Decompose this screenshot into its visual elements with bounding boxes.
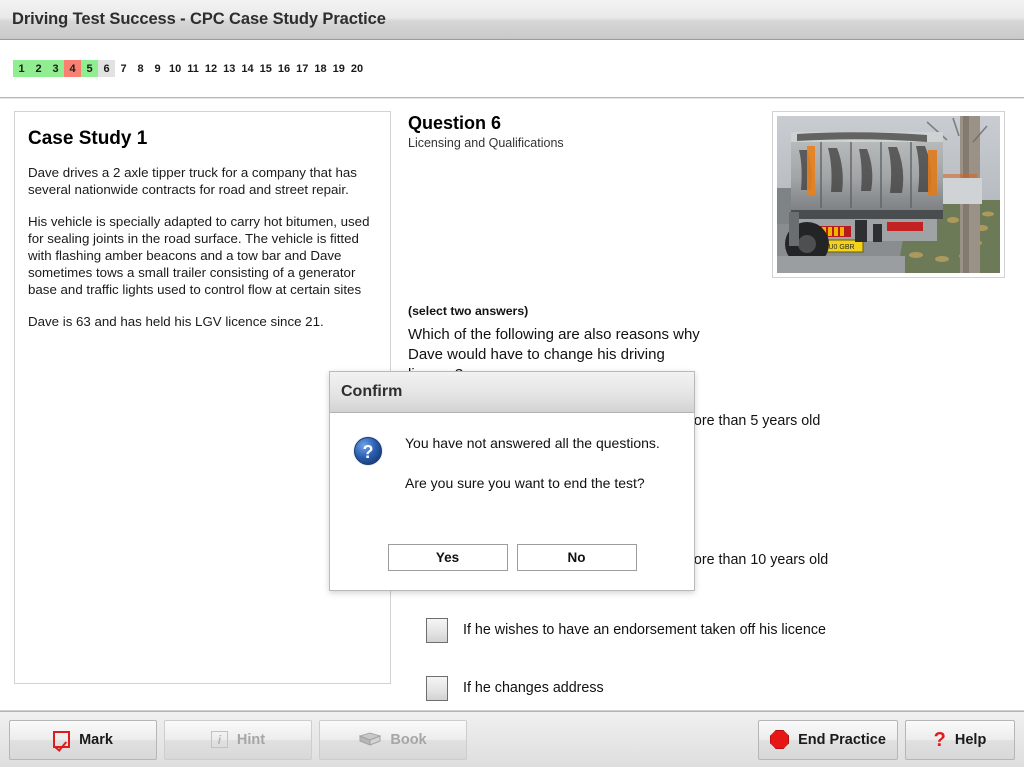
book-icon: [358, 732, 382, 747]
question-number-15[interactable]: 15: [257, 60, 275, 77]
answer-label: If he changes address: [463, 680, 604, 696]
question-number-11[interactable]: 11: [184, 60, 202, 77]
book-button-label: Book: [390, 731, 427, 748]
window-title: Driving Test Success - CPC Case Study Pr…: [12, 10, 386, 28]
question-number-17[interactable]: 17: [293, 60, 311, 77]
answer-label: If he wishes to have an endorsement take…: [463, 622, 826, 638]
dialog-messages: You have not answered all the questions.…: [405, 433, 660, 515]
question-number-8[interactable]: 8: [132, 60, 149, 77]
question-title: Question 6: [408, 113, 502, 133]
question-photo: L GU0 GBR: [772, 111, 1005, 278]
question-number-5[interactable]: 5: [81, 60, 98, 77]
info-icon: i: [210, 731, 228, 748]
truck-photo-svg: L GU0 GBR: [777, 116, 1000, 273]
stop-sign-icon: [770, 730, 790, 749]
question-number-strip[interactable]: 1 2 3 4 5 6 7 8 9 10 11 12 13 14 15 16 17 18 19 20: [13, 60, 366, 77]
question-number-18[interactable]: 18: [311, 60, 329, 77]
svg-text:?: ?: [363, 442, 374, 462]
question-number-20[interactable]: 20: [348, 60, 366, 77]
question-number-12[interactable]: 12: [202, 60, 220, 77]
mark-button-label: Mark: [79, 731, 113, 748]
help-button-label: Help: [954, 731, 987, 748]
book-button[interactable]: Book: [319, 719, 467, 760]
question-icon: ?: [352, 435, 384, 467]
dialog-yes-button[interactable]: Yes: [387, 544, 508, 571]
checkbox-tick-icon: [53, 731, 71, 748]
dialog-message-row: ? You have not answered all the question…: [348, 433, 676, 515]
question-icon-svg: ?: [353, 436, 383, 466]
question-mark-icon: ?: [933, 728, 946, 751]
question-number-strip-container: 1 2 3 4 5 6 7 8 9 10 11 12 13 14 15 16 17 18 19 20: [0, 40, 1024, 98]
book-icon-svg: [358, 732, 382, 746]
case-study-paragraph: His vehicle is specially adapted to carr…: [28, 214, 370, 297]
question-number-1[interactable]: 1: [13, 60, 30, 77]
question-number-19[interactable]: 19: [330, 60, 348, 77]
question-number-4[interactable]: 4: [64, 60, 81, 77]
question-number-9[interactable]: 9: [149, 60, 166, 77]
truck-photo-image: L GU0 GBR: [777, 116, 1000, 273]
question-header-row: Question 6 Licensing and Qualifications: [408, 111, 1010, 278]
question-topic: Licensing and Qualifications: [408, 136, 564, 150]
question-number-2[interactable]: 2: [30, 60, 47, 77]
main-content: Case Study 1 Dave drives a 2 axle tipper…: [0, 98, 1024, 711]
answer-label: more than 10 years old: [682, 552, 829, 568]
dialog-body: ? You have not answered all the question…: [330, 413, 694, 591]
answer-checkbox[interactable]: [426, 676, 448, 701]
question-number-16[interactable]: 16: [275, 60, 293, 77]
case-study-paragraph: Dave drives a 2 axle tipper truck for a …: [28, 165, 357, 197]
question-header: Question 6 Licensing and Qualifications: [408, 111, 564, 150]
confirm-dialog: Confirm ? You have not answered all the …: [329, 371, 695, 591]
question-number-13[interactable]: 13: [220, 60, 238, 77]
question-number-3[interactable]: 3: [47, 60, 64, 77]
end-practice-button-label: End Practice: [798, 731, 886, 748]
hint-button[interactable]: i Hint: [164, 719, 312, 760]
dialog-button-row: Yes No: [330, 544, 694, 571]
application-window: Driving Test Success - CPC Case Study Pr…: [0, 0, 1024, 767]
case-study-paragraph: Dave is 63 and has held his LGV licence …: [28, 314, 324, 329]
dialog-title: Confirm: [341, 383, 403, 400]
question-number-10[interactable]: 10: [166, 60, 184, 77]
answer-option[interactable]: If he changes address: [408, 676, 1010, 722]
dialog-message: You have not answered all the questions.: [405, 435, 660, 451]
question-number-14[interactable]: 14: [238, 60, 256, 77]
dialog-title-bar: Confirm: [330, 372, 694, 413]
case-study-title: Case Study 1: [28, 128, 148, 149]
hint-button-label: Hint: [236, 731, 266, 748]
select-answers-note: (select two answers): [408, 304, 529, 318]
dialog-no-button[interactable]: No: [516, 544, 637, 571]
answer-checkbox[interactable]: [426, 618, 448, 643]
answer-label: more than 5 years old: [682, 413, 821, 429]
help-button[interactable]: ? Help: [905, 719, 1015, 760]
question-number-7[interactable]: 7: [115, 60, 132, 77]
question-number-6[interactable]: 6: [98, 60, 115, 77]
end-practice-button[interactable]: End Practice: [758, 719, 898, 760]
dialog-message: Are you sure you want to end the test?: [405, 475, 645, 491]
answer-option[interactable]: If he wishes to have an endorsement take…: [408, 618, 1010, 664]
title-bar: Driving Test Success - CPC Case Study Pr…: [0, 0, 1024, 40]
mark-button[interactable]: Mark: [9, 719, 157, 760]
